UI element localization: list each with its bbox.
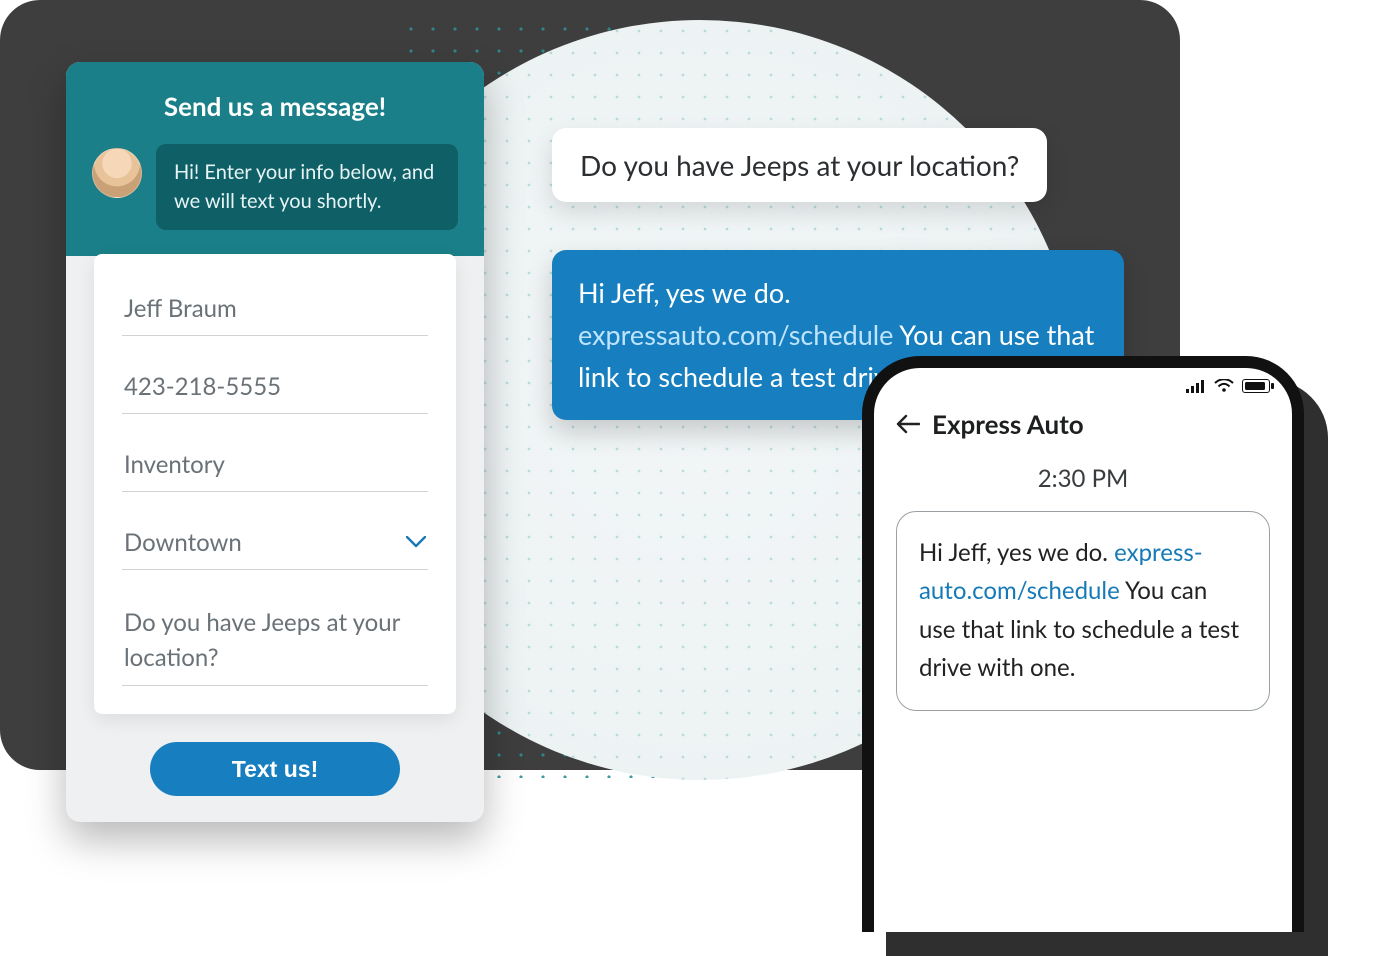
greeting-message: Hi! Enter your info below, and we will t… bbox=[156, 144, 458, 230]
sms-message-bubble: Hi Jeff, yes we do. express-auto.com/sch… bbox=[896, 511, 1270, 711]
text-us-button[interactable]: Text us! bbox=[150, 742, 400, 796]
battery-icon bbox=[1242, 379, 1270, 393]
topic-input[interactable] bbox=[122, 440, 428, 492]
chevron-down-icon bbox=[406, 533, 426, 552]
message-input[interactable] bbox=[122, 596, 428, 686]
location-select-value: Downtown bbox=[124, 528, 242, 557]
customer-message-bubble: Do you have Jeeps at your location? bbox=[552, 128, 1047, 202]
wifi-icon bbox=[1214, 379, 1234, 393]
thread-timestamp: 2:30 PM bbox=[874, 454, 1292, 511]
contact-form: Downtown bbox=[94, 254, 456, 714]
back-arrow-icon[interactable] bbox=[896, 411, 920, 437]
location-select[interactable]: Downtown bbox=[122, 518, 428, 570]
reply-link[interactable]: expressauto.com/schedule bbox=[578, 318, 893, 351]
webchat-widget: Send us a message! Hi! Enter your info b… bbox=[66, 62, 484, 822]
agent-avatar bbox=[92, 148, 142, 198]
name-input[interactable] bbox=[122, 284, 428, 336]
signal-icon bbox=[1186, 379, 1206, 393]
widget-header: Send us a message! Hi! Enter your info b… bbox=[66, 62, 484, 256]
phone-input[interactable] bbox=[122, 362, 428, 414]
widget-title: Send us a message! bbox=[92, 90, 458, 122]
reply-text-lead: Hi Jeff, yes we do. bbox=[578, 276, 791, 309]
phone-mockup: Express Auto 2:30 PM Hi Jeff, yes we do.… bbox=[862, 356, 1304, 932]
sms-text-lead: Hi Jeff, yes we do. bbox=[919, 538, 1114, 567]
thread-title: Express Auto bbox=[932, 408, 1084, 440]
thread-header: Express Auto bbox=[874, 404, 1292, 454]
phone-status-bar bbox=[874, 368, 1292, 404]
